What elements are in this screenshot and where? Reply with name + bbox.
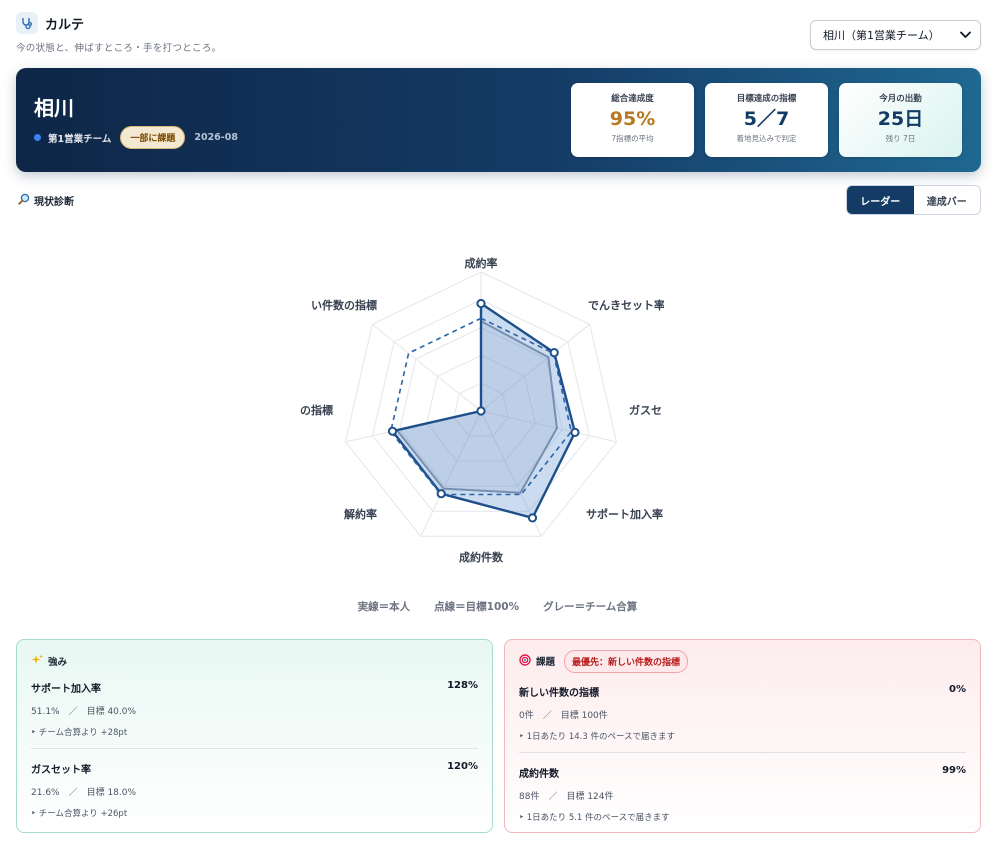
kpi-targets-met: 目標達成の指標 5／7 着地見込みで判定 <box>705 83 828 157</box>
target-icon <box>519 653 531 669</box>
section-title-text: 現状診断 <box>34 197 74 208</box>
radar-chart-svg: 成約率でんきセット率ガスセサポート加入率成約件数 解約率 の指標 い件数の指標 <box>300 256 664 564</box>
kpi-label: 総合達成度 <box>611 94 654 104</box>
team-name: 第1営業チーム <box>48 133 112 145</box>
legend-team: グレー＝チーム合算 <box>543 601 638 613</box>
item-detail: 88件 ／ 目標 124件 <box>519 792 614 802</box>
radar-point <box>527 513 538 523</box>
section-title: 現状診断 <box>18 193 74 208</box>
radar-point <box>549 348 559 358</box>
radar-point <box>436 489 446 499</box>
chart-legend: 実線＝本人 点線＝目標100% グレー＝チーム合算 <box>0 599 995 614</box>
item-detail: 21.6% ／ 目標 18.0% <box>31 788 137 798</box>
stethoscope-icon <box>16 12 38 34</box>
kpi-value: 95% <box>609 108 656 130</box>
radar-axis-label: 成約件数 <box>459 550 504 564</box>
legend-target: 点線＝目標100% <box>434 601 520 613</box>
kpi-label: 目標達成の指標 <box>736 94 797 104</box>
radar-axis-label: の指標 <box>300 403 333 417</box>
item-note: ‣ チーム合算より +28pt <box>31 728 128 738</box>
radar-point <box>476 406 486 416</box>
strength-item: ガスセット率 120% 21.6% ／ 目標 18.0% ‣ チーム合算より +… <box>31 748 478 829</box>
item-note: ‣ チーム合算より +26pt <box>31 809 128 819</box>
item-name: 新しい件数の指標 <box>519 688 599 699</box>
priority-badge: 最優先：新しい件数の指標 <box>564 649 689 673</box>
radar-point <box>476 298 486 309</box>
member-summary-banner: 相川 第1営業チーム 一部に課題 2026-08 総合達成度 95% 7指標の平… <box>16 68 981 172</box>
kpi-overall-achievement: 総合達成度 95% 7指標の平均 <box>571 83 694 157</box>
legend-self: 実線＝本人 <box>357 601 411 613</box>
magnifier-icon <box>18 193 30 208</box>
item-percent: 120% <box>447 761 478 772</box>
strengths-header: 強み <box>31 654 478 668</box>
issues-header: 課題 最優先：新しい件数の指標 <box>519 649 966 673</box>
kpi-note: 残り 7日 <box>885 134 916 143</box>
sparkles-icon <box>31 654 43 669</box>
item-note: ‣ 1日あたり 14.3 件のペースで届きます <box>519 732 676 742</box>
period-label: 2026-08 <box>194 132 238 143</box>
radar-point <box>570 427 580 437</box>
issues-title: 課題 <box>536 657 556 668</box>
issue-item: 新しい件数の指標 0% 0件 ／ 目標 100件 ‣ 1日あたり 14.3 件の… <box>519 668 966 752</box>
radar-point <box>387 426 398 436</box>
strength-item: サポート加入率 128% 51.1% ／ 目標 40.0% ‣ チーム合算より … <box>31 668 478 748</box>
item-detail: 0件 ／ 目標 100件 <box>519 711 608 721</box>
radar-chart: 成約率でんきセット率ガスセサポート加入率成約件数 解約率 の指標 い件数の指標 <box>298 240 664 570</box>
kpi-label: 今月の出勤 <box>879 94 922 104</box>
issues-panel: 課題 最優先：新しい件数の指標 新しい件数の指標 0% 0件 ／ 目標 100件… <box>504 639 981 833</box>
team-dot-icon <box>34 134 41 141</box>
toggle-radar-button[interactable]: レーダー <box>847 186 914 214</box>
toggle-bar-button[interactable]: 達成バー <box>914 186 981 214</box>
app-header: カルテ 今の状態と、伸ばすところ・手を打つところ。 <box>16 12 221 54</box>
radar-axis-label: 成約率 <box>465 256 498 270</box>
member-select-value: 相川（第1営業チーム） <box>823 29 940 42</box>
member-select[interactable]: 相川（第1営業チーム） <box>810 20 981 50</box>
radar-axis-label: でんきセット率 <box>588 298 664 312</box>
kpi-value: 25日 <box>877 108 924 130</box>
view-toggle: レーダー 達成バー <box>846 185 981 215</box>
radar-axis-label: ガスセ <box>629 403 662 417</box>
strengths-panel: 強み サポート加入率 128% 51.1% ／ 目標 40.0% ‣ チーム合算… <box>16 639 493 833</box>
app-subtitle: 今の状態と、伸ばすところ・手を打つところ。 <box>16 43 222 54</box>
app-title: カルテ <box>45 17 85 33</box>
status-badge: 一部に課題 <box>120 126 186 149</box>
item-name: 成約件数 <box>519 769 559 780</box>
chevron-down-icon <box>960 29 971 42</box>
item-name: サポート加入率 <box>31 684 101 695</box>
radar-axis-label: サポート加入率 <box>586 507 663 521</box>
item-percent: 99% <box>942 765 966 776</box>
radar-axis-label: い件数の指標 <box>311 298 377 312</box>
item-percent: 128% <box>447 680 478 691</box>
radar-axis-label: 解約率 <box>344 507 377 521</box>
kpi-note: 着地見込みで判定 <box>736 134 797 143</box>
kpi-value: 5／7 <box>743 108 790 130</box>
strengths-title: 強み <box>48 657 68 668</box>
issue-item: 成約件数 99% 88件 ／ 目標 124件 ‣ 1日あたり 5.1 件のペース… <box>519 752 966 833</box>
item-name: ガスセット率 <box>31 765 91 776</box>
kpi-attendance: 今月の出勤 25日 残り 7日 <box>839 83 962 157</box>
kpi-note: 7指標の平均 <box>611 134 654 143</box>
item-detail: 51.1% ／ 目標 40.0% <box>31 707 137 717</box>
member-meta: 第1営業チーム 一部に課題 2026-08 <box>34 126 238 149</box>
member-name: 相川 <box>34 96 74 120</box>
item-percent: 0% <box>949 684 966 695</box>
item-note: ‣ 1日あたり 5.1 件のペースで届きます <box>519 813 670 823</box>
